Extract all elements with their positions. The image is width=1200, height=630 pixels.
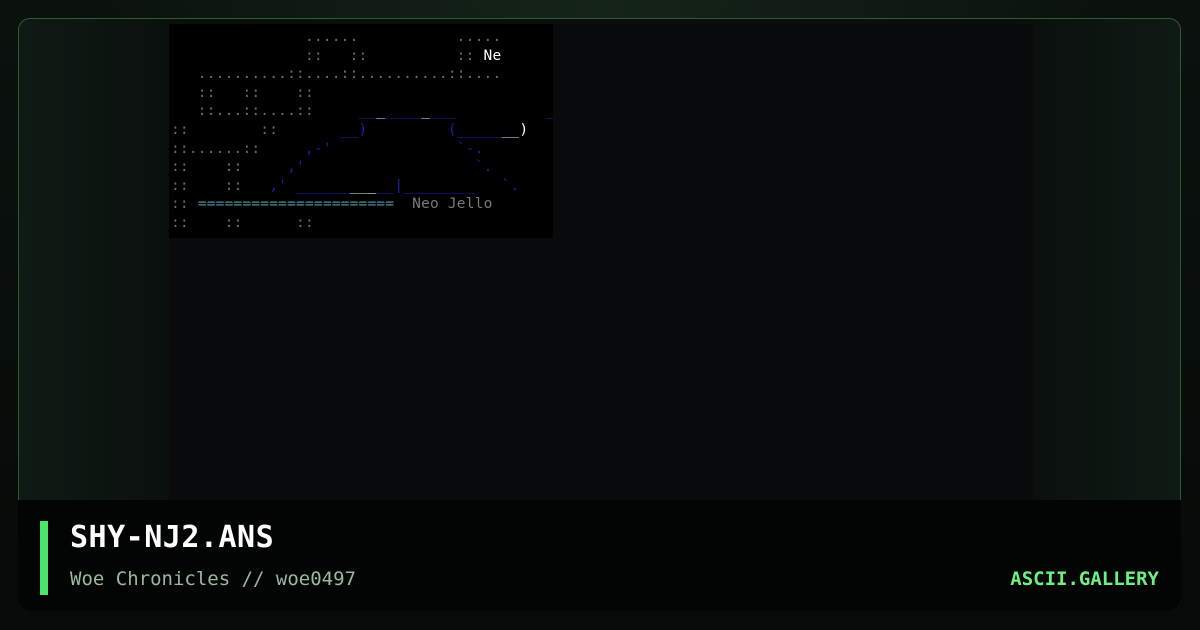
art-equals-rule: ======================	[197, 196, 395, 213]
site-brand[interactable]: ASCII.GALLERY	[1010, 568, 1159, 590]
file-subtitle: Woe Chronicles // woe0497	[70, 568, 356, 590]
accent-bar	[40, 521, 48, 595]
file-title: SHY-NJ2.ANS	[70, 520, 275, 555]
ansi-art-text: ...... ..... :: :: :: Ne ..........::...…	[171, 29, 553, 231]
art-label-bottom: Neo Jello	[412, 196, 493, 213]
art-label-top: Ne	[483, 47, 502, 64]
art-canvas: ...... ..... :: :: :: Ne ..........::...…	[169, 24, 1033, 504]
info-bar: SHY-NJ2.ANS Woe Chronicles // woe0497 AS…	[18, 500, 1181, 611]
ansi-art: ...... ..... :: :: :: Ne ..........::...…	[169, 24, 553, 238]
